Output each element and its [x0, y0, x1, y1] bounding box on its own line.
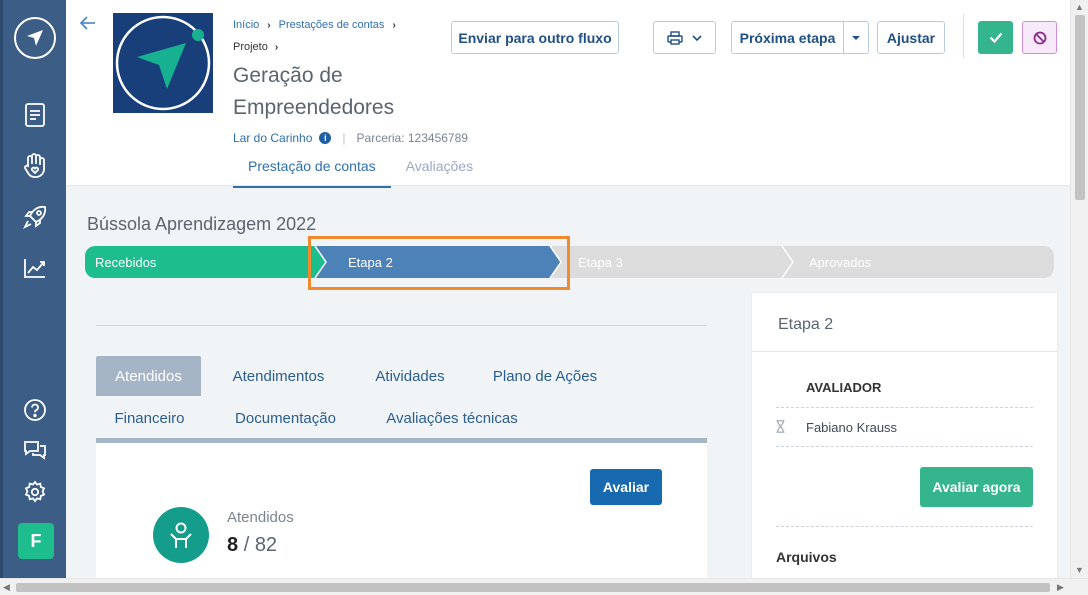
evaluator-name: Fabiano Krauss: [806, 420, 898, 435]
tab-avaliacoes[interactable]: Avaliações: [391, 148, 488, 188]
caret-down-icon: [692, 34, 702, 41]
scroll-left-icon[interactable]: ◀: [3, 582, 10, 593]
app-logo-icon[interactable]: [14, 17, 56, 59]
files-heading: Arquivos: [776, 549, 837, 565]
caret-down-icon: [852, 35, 860, 40]
tab-avaliacoes-tecnicas[interactable]: Avaliações técnicas: [368, 398, 536, 438]
horizontal-scrollbar[interactable]: ◀ ▶: [0, 578, 1088, 595]
document-icon[interactable]: [21, 101, 49, 129]
ban-icon: [1033, 31, 1046, 44]
breadcrumb-chevron-icon: ›: [392, 19, 396, 31]
tab-prestacao-contas[interactable]: Prestação de contas: [233, 148, 391, 188]
evaluate-button[interactable]: Avaliar: [590, 469, 662, 505]
send-flow-button[interactable]: Enviar para outro fluxo: [451, 21, 619, 54]
next-step-dropdown[interactable]: [843, 21, 869, 54]
card-separator: [752, 351, 1057, 352]
breadcrumb-chevron-icon: ›: [274, 42, 279, 53]
breadcrumb-project-label: Projeto: [233, 41, 268, 53]
dashed-divider: [776, 526, 1033, 527]
tab-atividades[interactable]: Atividades: [356, 356, 464, 396]
stat-label: Atendidos: [227, 509, 294, 526]
breadcrumb-home[interactable]: Início: [233, 19, 259, 31]
hourglass-icon: [776, 420, 785, 436]
breadcrumb-chevron-icon: ›: [267, 19, 271, 31]
scroll-right-icon[interactable]: ▶: [1057, 582, 1064, 593]
chat-icon[interactable]: [21, 436, 49, 464]
step-etapa3-label[interactable]: Etapa 3: [578, 255, 623, 270]
person-icon: [153, 507, 209, 563]
stat-value: 8 / 82: [227, 534, 277, 557]
evaluate-now-button[interactable]: Avaliar agora: [920, 467, 1033, 507]
page-title: Geração de Empreendedores: [233, 64, 395, 119]
tab-atendidos[interactable]: Atendidos: [96, 356, 201, 396]
current-step-highlight: [308, 236, 570, 290]
rocket-icon[interactable]: [21, 203, 49, 231]
block-button[interactable]: [1022, 21, 1057, 54]
help-icon[interactable]: [21, 396, 49, 424]
stat-count: 8: [227, 534, 239, 556]
project-header: Início › Prestações de contas › Projeto …: [66, 0, 1070, 188]
back-arrow-icon[interactable]: [79, 14, 96, 35]
step-details-card: [752, 293, 1057, 583]
section-title: Bússola Aprendizagem 2022: [87, 214, 317, 234]
project-subline: Lar do Carinho i | Parceria: 123456789: [233, 131, 468, 145]
vertical-scroll-thumb[interactable]: [1075, 15, 1085, 200]
evaluator-heading: AVALIADOR: [806, 380, 882, 395]
tab-financeiro[interactable]: Financeiro: [96, 398, 203, 438]
next-step-button[interactable]: Próxima etapa: [731, 21, 844, 54]
sidebar: F: [0, 0, 66, 578]
horizontal-scroll-thumb[interactable]: [16, 583, 1050, 592]
divider: |: [342, 131, 346, 145]
stat-total: 82: [254, 534, 278, 556]
printer-icon: [667, 30, 683, 45]
organization-link[interactable]: Lar do Carinho: [233, 131, 312, 145]
dashed-divider: [776, 446, 1033, 447]
info-icon[interactable]: i: [319, 132, 332, 144]
panel-divider: [96, 325, 707, 326]
project-tabs: Prestação de contas Avaliações: [233, 148, 488, 188]
tab-atendimentos[interactable]: Atendimentos: [213, 356, 344, 396]
breadcrumb-project: Projeto ›: [233, 41, 278, 53]
check-icon: [989, 32, 1002, 43]
scroll-up-icon[interactable]: ▲: [1075, 2, 1084, 12]
gear-icon[interactable]: [21, 478, 49, 506]
step-details-title: Etapa 2: [778, 316, 834, 333]
scroll-down-icon[interactable]: ▼: [1075, 565, 1084, 575]
breadcrumb: Início › Prestações de contas ›: [233, 19, 396, 31]
dashed-divider: [776, 407, 1033, 408]
step-aprovados-label[interactable]: Aprovados: [809, 255, 871, 270]
project-logo: [113, 13, 213, 113]
hand-heart-icon[interactable]: [21, 152, 49, 180]
toolbar-divider: [963, 14, 964, 58]
adjust-button[interactable]: Ajustar: [877, 21, 945, 54]
approve-button[interactable]: [978, 21, 1013, 54]
step-recebidos-label[interactable]: Recebidos: [95, 255, 156, 270]
partnership-number: Parceria: 123456789: [356, 131, 468, 145]
vertical-scrollbar[interactable]: ▲ ▼: [1070, 0, 1088, 578]
print-button[interactable]: [653, 21, 716, 54]
user-avatar[interactable]: F: [18, 523, 54, 559]
breadcrumb-accounts[interactable]: Prestações de contas: [279, 19, 385, 31]
stat-separator: /: [243, 534, 255, 556]
chart-icon[interactable]: [21, 254, 49, 282]
tab-documentacao[interactable]: Documentação: [215, 398, 356, 438]
tab-plano-acoes[interactable]: Plano de Ações: [476, 356, 614, 396]
